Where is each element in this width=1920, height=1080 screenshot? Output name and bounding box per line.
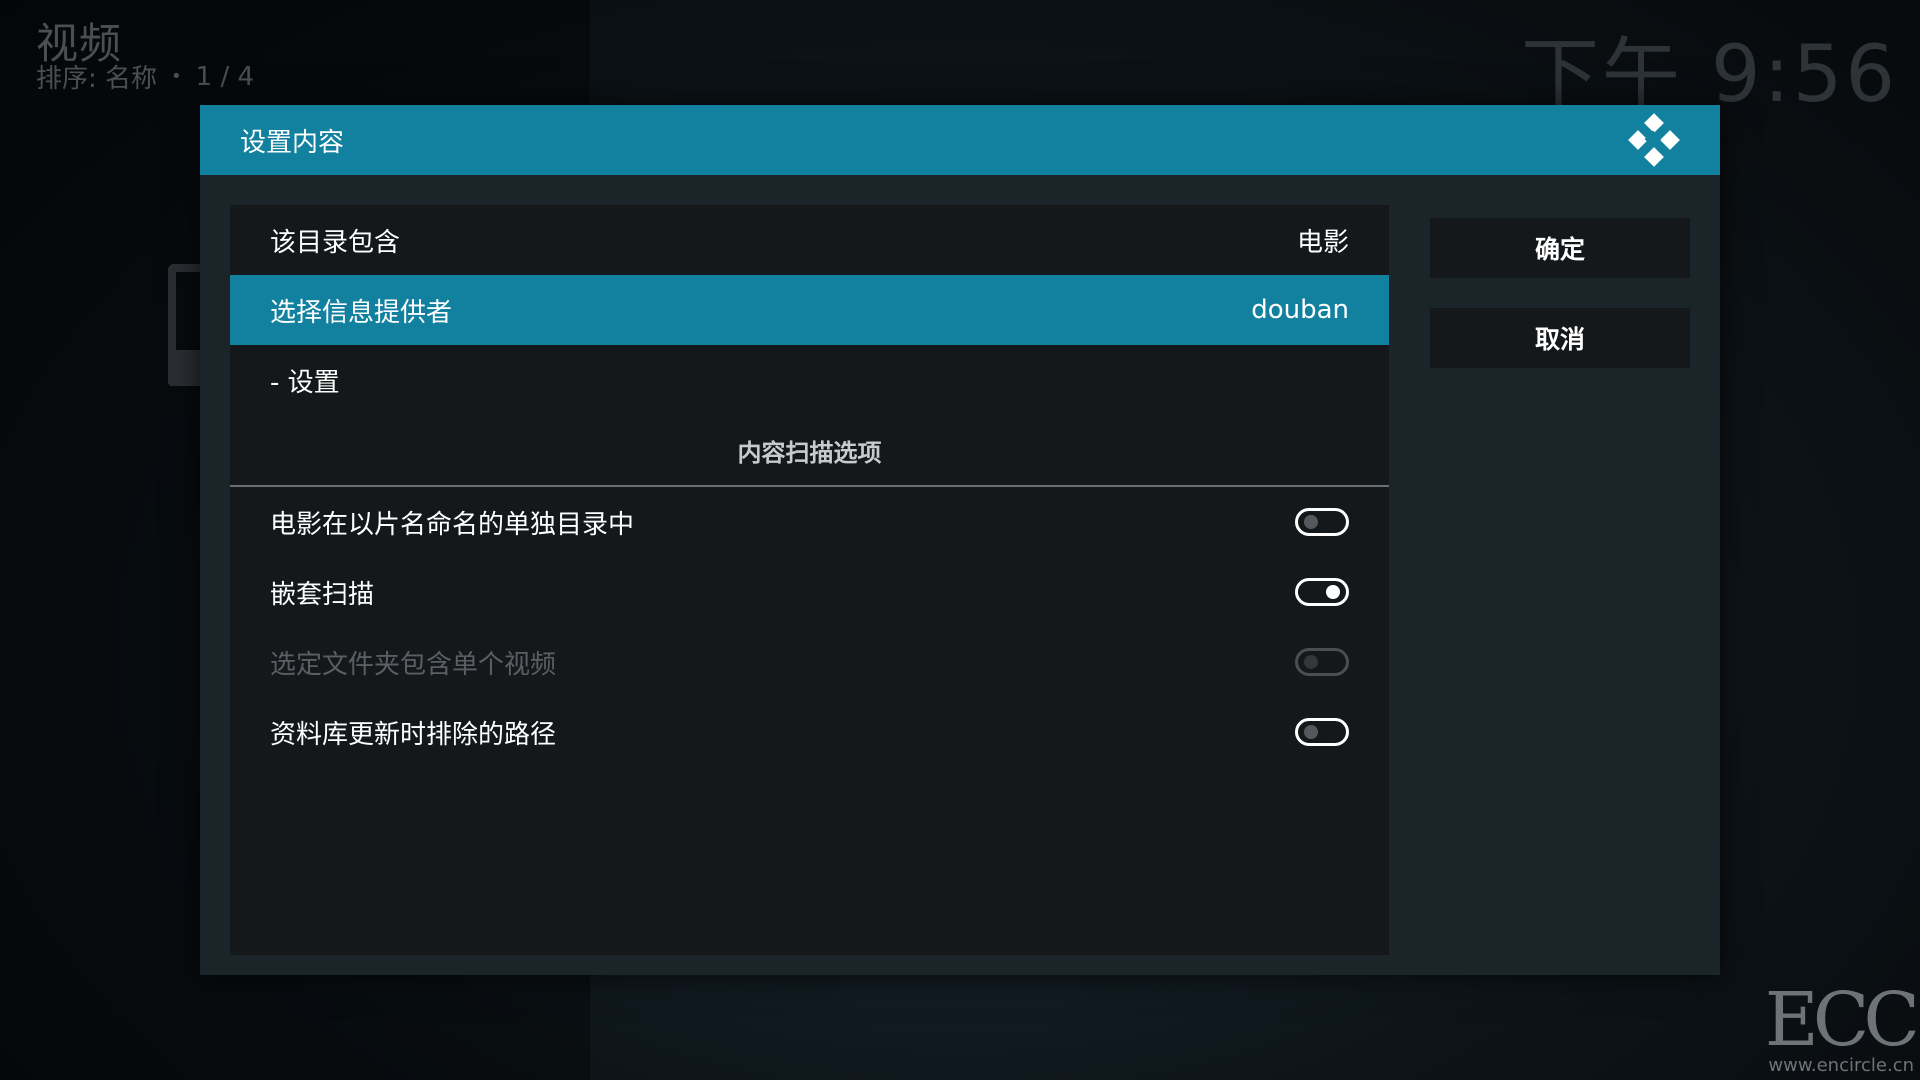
watermark: ECC www.encircle.cn [1764,977,1920,1076]
toggle-switch[interactable] [1295,508,1349,536]
toggle-switch[interactable] [1295,718,1349,746]
toggle-knob [1304,725,1318,739]
dialog-title: 设置内容 [240,127,345,158]
option-recursive-scan[interactable]: 嵌套扫描 [230,557,1389,627]
toggle-knob [1304,655,1318,669]
option-label: 嵌套扫描 [270,579,375,610]
settings-list: 该目录包含 电影 选择信息提供者 douban - 设置 内容扫描选项 电影在以… [230,205,1389,955]
separator-dot: • [171,66,182,87]
option-label: 选定文件夹包含单个视频 [270,649,557,680]
row-label: 选择信息提供者 [270,297,453,328]
page-indicator: 1 / 4 [195,61,255,92]
toggle-knob [1304,515,1318,529]
set-content-dialog: 设置内容 该目录包含 电影 选择信息提供者 douban - 设置 内容扫描选项… [200,105,1720,975]
background-icon-lower [168,350,204,386]
row-settings[interactable]: - 设置 [230,345,1389,415]
sort-label: 排序: 名称 [36,64,158,94]
option-exclude-path[interactable]: 资料库更新时排除的路径 [230,697,1389,767]
option-separate-folders[interactable]: 电影在以片名命名的单独目录中 [230,487,1389,557]
option-single-video: 选定文件夹包含单个视频 [230,627,1389,697]
row-directory-contains[interactable]: 该目录包含 电影 [230,205,1389,275]
toggle-knob [1326,585,1340,599]
toggle-switch[interactable] [1295,578,1349,606]
watermark-logo: ECC [1764,977,1920,1063]
ok-button[interactable]: 确定 [1430,218,1690,278]
option-label: 资料库更新时排除的路径 [270,719,557,750]
section-heading: 内容扫描选项 [230,415,1389,487]
row-value: douban [1251,295,1349,325]
sort-info: 排序: 名称 • 1 / 4 [36,58,254,95]
cancel-button[interactable]: 取消 [1430,308,1690,368]
row-label: - 设置 [270,367,340,398]
option-label: 电影在以片名命名的单独目录中 [270,509,635,540]
dialog-header: 设置内容 [200,105,1720,175]
row-value: 电影 [1296,227,1349,258]
kodi-logo-icon [1628,113,1680,167]
watermark-url: www.encircle.cn [1768,1055,1914,1076]
row-label: 该目录包含 [270,227,401,258]
toggle-switch [1295,648,1349,676]
row-choose-provider[interactable]: 选择信息提供者 douban [230,275,1389,345]
